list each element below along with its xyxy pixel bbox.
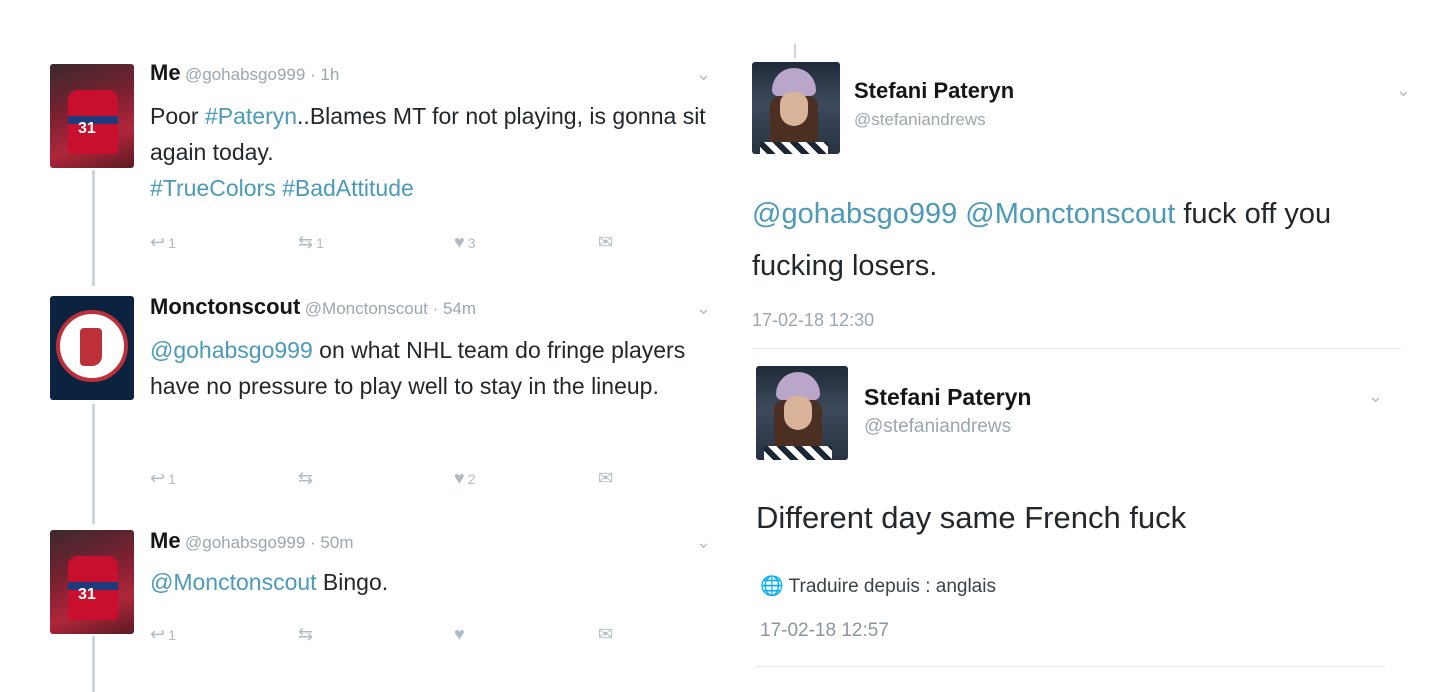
like-button[interactable]: ♥ <box>454 624 465 645</box>
author-handle[interactable]: @gohabsgo999 · 1h <box>185 65 339 84</box>
author-handle[interactable]: @gohabsgo999 · 50m <box>185 533 353 552</box>
retweet-button[interactable]: ⇆ <box>298 468 316 489</box>
avatar[interactable] <box>756 366 848 460</box>
reply-icon: ↩ <box>150 624 166 644</box>
globe-icon: 🌐 <box>760 576 784 597</box>
translate-link[interactable]: 🌐 Traduire depuis : anglais <box>760 574 996 598</box>
author-name[interactable]: Stefani Pateryn <box>864 384 1031 411</box>
tweet-text: @Monctonscout Bingo. <box>150 569 389 595</box>
divider <box>756 666 1386 667</box>
hashtag-link[interactable]: #Pateryn <box>205 103 297 129</box>
author-handle[interactable]: @stefaniandrews <box>854 110 986 130</box>
timestamp[interactable]: 17-02-18 12:57 <box>760 620 889 642</box>
envelope-icon: ✉ <box>598 468 614 488</box>
heart-icon: ♥ <box>454 232 465 252</box>
author-name[interactable]: Me <box>150 528 181 553</box>
reply-icon: ↩ <box>150 232 166 252</box>
avatar[interactable] <box>752 62 840 154</box>
right-column: Stefani Pateryn @stefaniandrews ⌄ @gohab… <box>730 0 1440 692</box>
divider <box>752 348 1402 349</box>
chevron-down-icon[interactable]: ⌄ <box>1368 386 1383 407</box>
tweet[interactable]: 31 Me @gohabsgo999 · 1h ⌄ Poor #Pateryn.… <box>0 56 720 276</box>
retweet-icon: ⇆ <box>298 468 314 488</box>
avatar[interactable] <box>50 296 134 400</box>
tweet-text: Poor #Pateryn..Blames MT for not playing… <box>150 103 706 201</box>
retweet-icon: ⇆ <box>298 624 314 644</box>
mention-link[interactable]: @Monctonscout <box>150 569 317 595</box>
dm-button[interactable]: ✉ <box>598 232 613 253</box>
retweet-button[interactable]: ⇆ <box>298 624 313 645</box>
mention-link[interactable]: @gohabsgo999 <box>150 337 313 363</box>
avatar[interactable]: 31 <box>50 530 134 634</box>
thread-connector <box>794 44 796 58</box>
reply-button[interactable]: ↩ 1 <box>150 232 176 253</box>
chevron-down-icon[interactable]: ⌄ <box>696 64 711 85</box>
avatar[interactable]: 31 <box>50 64 134 168</box>
author-handle[interactable]: @Monctonscout · 54m <box>305 299 476 318</box>
chevron-down-icon[interactable]: ⌄ <box>1396 80 1411 101</box>
like-button[interactable]: ♥ 2 <box>454 468 475 489</box>
author-name[interactable]: Stefani Pateryn <box>854 78 1014 104</box>
envelope-icon: ✉ <box>598 624 614 644</box>
author-name[interactable]: Me <box>150 60 181 85</box>
chevron-down-icon[interactable]: ⌄ <box>696 298 711 319</box>
retweet-icon: ⇆ <box>298 232 314 252</box>
dm-button[interactable]: ✉ <box>598 468 613 489</box>
tweet[interactable]: Monctonscout @Monctonscout · 54m ⌄ @goha… <box>0 290 720 510</box>
author-name[interactable]: Monctonscout <box>150 294 300 319</box>
tweet[interactable]: Stefani Pateryn @stefaniandrews ⌄ Differ… <box>730 364 1420 664</box>
dm-button[interactable]: ✉ <box>598 624 613 645</box>
tweet-text: @gohabsgo999 on what NHL team do fringe … <box>150 337 686 399</box>
chevron-down-icon[interactable]: ⌄ <box>696 532 711 553</box>
author-handle[interactable]: @stefaniandrews <box>864 416 1011 438</box>
heart-icon: ♥ <box>454 624 465 644</box>
heart-icon: ♥ <box>454 468 465 488</box>
tweet[interactable]: Stefani Pateryn @stefaniandrews ⌄ @gohab… <box>730 60 1420 350</box>
reply-icon: ↩ <box>150 468 166 488</box>
timestamp[interactable]: 17-02-18 12:30 <box>752 310 874 331</box>
tweet-text: @gohabsgo999 @Monctonscout fuck off you … <box>752 198 1332 282</box>
mention-link[interactable]: @gohabsgo999 @Monctonscout <box>752 198 1175 230</box>
tweet[interactable]: 31 Me @gohabsgo999 · 50m ⌄ @Monctonscout… <box>0 524 720 692</box>
reply-button[interactable]: ↩ 1 <box>150 624 176 645</box>
tweet-text: Different day same French fuck <box>756 500 1187 535</box>
retweet-button[interactable]: ⇆ 1 <box>298 232 324 253</box>
hashtag-link[interactable]: #TrueColors #BadAttitude <box>150 175 414 201</box>
left-thread: 31 Me @gohabsgo999 · 1h ⌄ Poor #Pateryn.… <box>0 0 720 692</box>
reply-button[interactable]: ↩ 1 <box>150 468 176 489</box>
envelope-icon: ✉ <box>598 232 614 252</box>
like-button[interactable]: ♥ 3 <box>454 232 475 253</box>
